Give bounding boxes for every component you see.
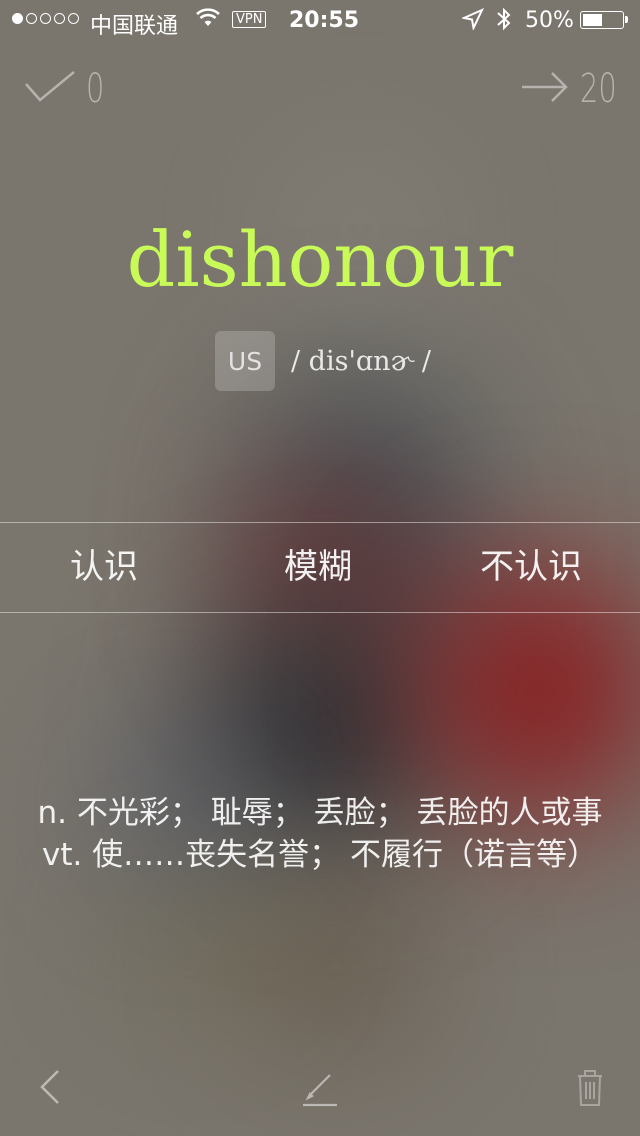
known-count: 0 bbox=[86, 66, 105, 112]
known-counter: 0 bbox=[24, 62, 111, 116]
fuzzy-button[interactable]: 模糊 bbox=[284, 523, 352, 611]
unknown-button[interactable]: 不认识 bbox=[480, 523, 582, 611]
battery-fill bbox=[583, 14, 602, 26]
location-arrow-icon bbox=[460, 7, 485, 36]
definitions: n. 不光彩； 耻辱； 丢脸； 丢脸的人或事 vt. 使……丧失名誉； 不履行（… bbox=[20, 792, 620, 876]
definition-verb: vt. 使……丧失名誉； 不履行（诺言等） bbox=[41, 837, 599, 873]
check-icon bbox=[24, 70, 76, 108]
trash-icon[interactable] bbox=[572, 1062, 608, 1112]
phonetic-text: / dis'ɑnɚ / bbox=[291, 345, 431, 377]
arrow-right-icon bbox=[520, 70, 570, 108]
remaining-count: 20 bbox=[580, 66, 617, 112]
pen-icon[interactable] bbox=[300, 1062, 340, 1112]
clock: 20:55 bbox=[289, 8, 360, 33]
battery-percent: 50% bbox=[525, 8, 574, 33]
bluetooth-icon bbox=[495, 6, 513, 38]
definition-noun: n. 不光彩； 耻辱； 丢脸； 丢脸的人或事 bbox=[37, 795, 603, 831]
status-bar: 中国联通 VPN 20:55 50% bbox=[0, 0, 640, 40]
remaining-counter: 20 bbox=[520, 62, 640, 116]
wifi-icon bbox=[196, 8, 220, 34]
chevron-left-icon[interactable] bbox=[36, 1062, 66, 1112]
know-button[interactable]: 认识 bbox=[70, 523, 138, 611]
carrier-name: 中国联通 bbox=[90, 14, 179, 39]
us-pronunciation-button[interactable]: US bbox=[215, 331, 275, 391]
vpn-badge: VPN bbox=[232, 11, 267, 28]
signal-strength-icon bbox=[12, 13, 79, 24]
battery-icon bbox=[580, 11, 628, 29]
word-title: dishonour bbox=[126, 215, 514, 304]
answer-choices: 认识 模糊 不认识 bbox=[0, 522, 640, 613]
pronunciation-row: US / dis'ɑnɚ / bbox=[215, 331, 431, 391]
